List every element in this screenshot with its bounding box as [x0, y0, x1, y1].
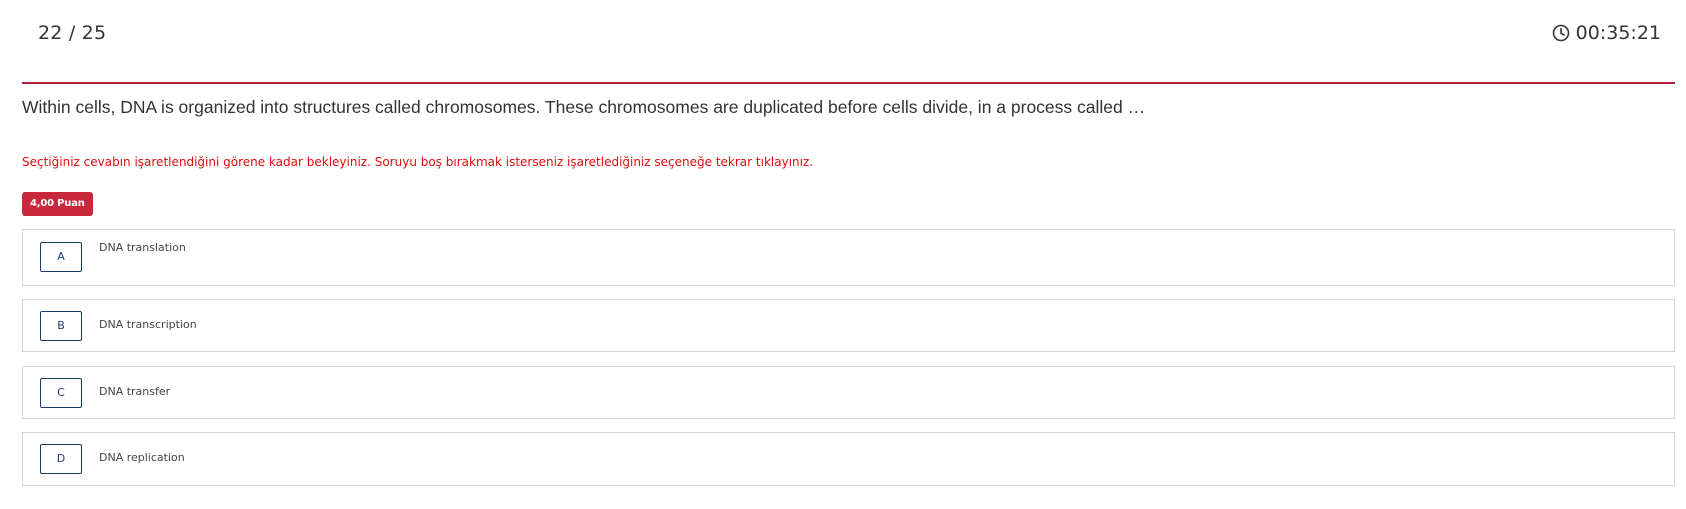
option-letter[interactable]: A — [40, 242, 82, 272]
option-d[interactable]: D DNA replication — [22, 432, 1675, 486]
question-counter: 22 / 25 — [38, 22, 107, 44]
option-letter[interactable]: C — [40, 378, 82, 408]
timer-value: 00:35:21 — [1575, 22, 1661, 44]
question-text: Within cells, DNA is organized into stru… — [22, 97, 1146, 117]
quiz-header: 22 / 25 00:35:21 — [22, 0, 1675, 84]
option-letter[interactable]: B — [40, 311, 82, 341]
option-b[interactable]: B DNA transcription — [22, 299, 1675, 352]
option-a[interactable]: A DNA translation — [22, 229, 1675, 286]
option-c[interactable]: C DNA transfer — [22, 366, 1675, 419]
option-text: DNA transfer — [99, 385, 171, 398]
timer: 00:35:21 — [1552, 22, 1661, 44]
points-badge: 4,00 Puan — [22, 192, 93, 216]
option-text: DNA transcription — [99, 318, 197, 331]
option-text: DNA translation — [99, 241, 186, 254]
option-letter[interactable]: D — [40, 444, 82, 474]
clock-icon — [1552, 24, 1570, 42]
warning-message: Seçtiğiniz cevabın işaretlendiğini gören… — [22, 155, 814, 169]
option-text: DNA replication — [99, 451, 185, 464]
